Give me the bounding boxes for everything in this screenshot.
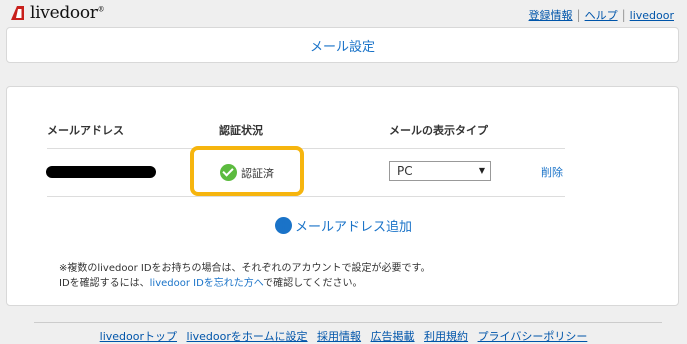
column-header-status: 認証状況 [219,124,263,137]
page-title: メール設定 [309,39,375,55]
delete-link[interactable]: 削除 [541,164,563,180]
dropdown-arrow-icon: ▼ [478,166,485,175]
header-link-livedoor[interactable]: livedoor [630,9,674,22]
footer-link-privacy[interactable]: プライバシーポリシー [478,330,588,343]
plus-circle-icon: + [275,217,292,234]
status-badge: 認証済 [241,166,274,180]
column-header-display-type: メールの表示タイプ [389,124,488,137]
header-link-help[interactable]: ヘルプ [585,7,618,23]
header-link-account[interactable]: 登録情報 [529,7,573,23]
footer-link-careers[interactable]: 採用情報 [317,330,361,343]
page-title-box: メール設定 [6,27,679,63]
display-type-value: PC [397,164,413,178]
note-line-2: IDを確認するには、livedoor IDを忘れた方へで確認してください。 [59,278,363,289]
footer-link-terms[interactable]: 利用規約 [424,330,468,343]
add-email-button[interactable]: + メールアドレス追加 [275,216,412,235]
header-links: 登録情報 | ヘルプ | livedoor [528,7,674,23]
add-email-label: メールアドレス追加 [295,220,413,235]
top-bar: livedoor ® 登録情報 | ヘルプ | livedoor [0,0,687,27]
display-type-select[interactable]: PC ▼ [389,161,491,181]
footer-divider [34,322,662,323]
status-cell: 認証済 [220,164,274,181]
footer-links: livedoorトップ livedoorをホームに設定 採用情報 広告掲載 利用… [0,328,687,344]
logo-text: livedoor [30,3,98,23]
table-divider [47,148,565,149]
forgot-id-link[interactable]: livedoor IDを忘れた方へ [150,278,263,289]
footer-link-advertising[interactable]: 広告掲載 [371,330,415,343]
redacted-email-address [46,166,156,178]
email-settings-panel: メールアドレス 認証状況 メールの表示タイプ 認証済 PC ▼ 削除 + メール… [6,86,679,306]
note-line-1: ※複数のlivedoor IDをお持ちの場合は、それぞれのアカウントで設定が必要… [59,263,431,274]
footer-link-top[interactable]: livedoorトップ [100,330,177,343]
footer-link-set-home[interactable]: livedoorをホームに設定 [187,330,308,343]
check-circle-icon [220,164,237,181]
table-divider [47,196,565,197]
column-header-email: メールアドレス [47,124,124,137]
livedoor-logo-icon [9,4,27,22]
livedoor-logo[interactable]: livedoor ® [9,3,105,23]
